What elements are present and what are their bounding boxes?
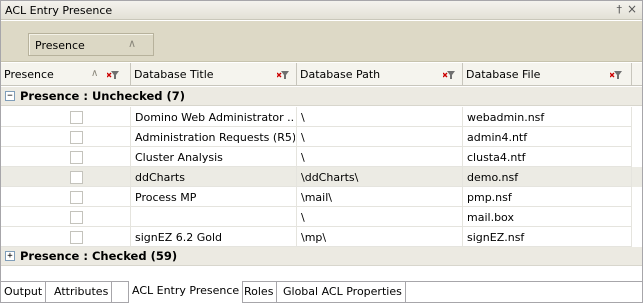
- table-row[interactable]: \ mail.box: [1, 207, 642, 227]
- tab-output[interactable]: Output: [1, 282, 47, 302]
- tab-global-acl-properties[interactable]: Global ACL Properties: [280, 282, 406, 302]
- column-header-file-label: Database File: [466, 68, 541, 81]
- presence-cell: [1, 227, 131, 247]
- column-header-database-title[interactable]: Database Title: [131, 63, 297, 86]
- database-file-cell-value: demo.nsf: [467, 171, 519, 184]
- table-row[interactable]: Administration Requests (R5) \ admin4.ntf: [1, 127, 642, 147]
- presence-checkbox[interactable]: [70, 211, 83, 224]
- presence-cell: [1, 207, 131, 227]
- presence-cell: [1, 107, 131, 127]
- database-title-cell: signEZ 6.2 Gold: [131, 227, 297, 247]
- collapse-icon[interactable]: −: [5, 91, 15, 101]
- group-by-presence-chip[interactable]: Presence ∧: [28, 33, 154, 56]
- column-header-path-label: Database Path: [300, 68, 381, 81]
- tab-acl-entry-presence[interactable]: ACL Entry Presence: [128, 281, 244, 303]
- table-row[interactable]: Domino Web Administrator ... \ webadmin.ns…: [1, 107, 642, 127]
- database-path-cell-value: \mp\: [301, 231, 327, 244]
- database-path-cell: \mail\: [297, 187, 463, 207]
- database-path-cell-value: \: [301, 211, 305, 224]
- presence-cell: [1, 167, 131, 187]
- presence-cell: [1, 127, 131, 147]
- table-row[interactable]: ddCharts \ddCharts\ demo.nsf: [1, 167, 642, 187]
- expand-icon[interactable]: +: [5, 251, 15, 261]
- database-path-cell-value: \: [301, 151, 305, 164]
- database-title-cell-value: Cluster Analysis: [135, 151, 223, 164]
- filter-icon[interactable]: [610, 68, 623, 80]
- database-path-cell: \mp\: [297, 227, 463, 247]
- database-title-cell-value: ddCharts: [135, 171, 185, 184]
- database-file-cell-value: mail.box: [467, 211, 514, 224]
- filter-icon[interactable]: [107, 68, 120, 80]
- group-label-unchecked: Presence : Unchecked (7): [20, 89, 185, 103]
- database-path-cell: \: [297, 207, 463, 227]
- column-header-title-label: Database Title: [134, 68, 214, 81]
- database-path-cell-value: \ddCharts\: [301, 171, 359, 184]
- bottom-tab-strip: Output Attributes ACL Entry Presence Roles G…: [1, 281, 642, 303]
- database-title-cell: Domino Web Administrator ...: [131, 107, 297, 127]
- grid-header: Presence ∧ Database Title Database Path …: [1, 63, 642, 86]
- database-file-cell-value: admin4.ntf: [467, 131, 528, 144]
- sort-ascending-icon: ∧: [128, 37, 137, 50]
- pin-icon[interactable]: †: [617, 3, 623, 16]
- database-file-cell-value: pmp.nsf: [467, 191, 512, 204]
- database-path-cell: \: [297, 147, 463, 167]
- database-file-cell: admin4.ntf: [463, 127, 632, 147]
- database-title-cell-value: Administration Requests (R5): [135, 131, 295, 144]
- presence-cell: [1, 147, 131, 167]
- database-title-cell-value: Domino Web Administrator ...: [135, 111, 295, 124]
- database-path-cell: \: [297, 127, 463, 147]
- group-by-chip-label: Presence: [35, 39, 85, 52]
- group-label-checked: Presence : Checked (59): [20, 249, 178, 263]
- group-by-area: Presence ∧: [1, 21, 642, 62]
- database-file-cell: clusta4.ntf: [463, 147, 632, 167]
- filter-icon[interactable]: [277, 68, 290, 80]
- database-file-cell: demo.nsf: [463, 167, 632, 187]
- table-row[interactable]: Cluster Analysis \ clusta4.ntf: [1, 147, 642, 167]
- database-path-cell-value: \mail\: [301, 191, 332, 204]
- database-title-cell: Administration Requests (R5): [131, 127, 297, 147]
- panel-title: ACL Entry Presence: [5, 4, 113, 17]
- presence-checkbox[interactable]: [70, 231, 83, 244]
- presence-checkbox[interactable]: [70, 191, 83, 204]
- tab-attributes[interactable]: Attributes: [51, 282, 113, 302]
- group-row-checked[interactable]: + Presence : Checked (59): [1, 247, 642, 266]
- panel-titlebar: ACL Entry Presence † ×: [1, 1, 642, 20]
- column-header-database-file[interactable]: Database File: [463, 63, 632, 86]
- column-header-presence[interactable]: Presence ∧: [1, 63, 131, 86]
- database-file-cell: mail.box: [463, 207, 632, 227]
- database-title-cell: ddCharts: [131, 167, 297, 187]
- database-file-cell: pmp.nsf: [463, 187, 632, 207]
- database-file-cell: signEZ.nsf: [463, 227, 632, 247]
- column-header-database-path[interactable]: Database Path: [297, 63, 463, 86]
- database-title-cell-value: Process MP: [135, 191, 197, 204]
- database-path-cell-value: \: [301, 131, 305, 144]
- database-path-cell-value: \: [301, 111, 305, 124]
- table-row[interactable]: signEZ 6.2 Gold \mp\ signEZ.nsf: [1, 227, 642, 247]
- database-path-cell: \ddCharts\: [297, 167, 463, 187]
- database-file-cell: webadmin.nsf: [463, 107, 632, 127]
- presence-checkbox[interactable]: [70, 111, 83, 124]
- presence-checkbox[interactable]: [70, 171, 83, 184]
- database-file-cell-value: webadmin.nsf: [467, 111, 545, 124]
- tab-roles[interactable]: Roles: [241, 282, 278, 302]
- database-title-cell-value: signEZ 6.2 Gold: [135, 231, 223, 244]
- database-file-cell-value: signEZ.nsf: [467, 231, 525, 244]
- database-file-cell-value: clusta4.ntf: [467, 151, 526, 164]
- database-title-cell: Cluster Analysis: [131, 147, 297, 167]
- filter-icon[interactable]: [443, 68, 456, 80]
- presence-checkbox[interactable]: [70, 131, 83, 144]
- column-header-presence-label: Presence: [4, 68, 54, 81]
- acl-entry-presence-panel: ACL Entry Presence † × Presence ∧ Presen…: [0, 0, 643, 303]
- table-row[interactable]: Process MP \mail\ pmp.nsf: [1, 187, 642, 207]
- database-title-cell: Process MP: [131, 187, 297, 207]
- presence-cell: [1, 187, 131, 207]
- presence-checkbox[interactable]: [70, 151, 83, 164]
- close-icon[interactable]: ×: [627, 2, 637, 16]
- sort-ascending-icon: ∧: [91, 68, 99, 79]
- database-title-cell: [131, 207, 297, 227]
- group-row-unchecked[interactable]: − Presence : Unchecked (7): [1, 87, 642, 106]
- database-path-cell: \: [297, 107, 463, 127]
